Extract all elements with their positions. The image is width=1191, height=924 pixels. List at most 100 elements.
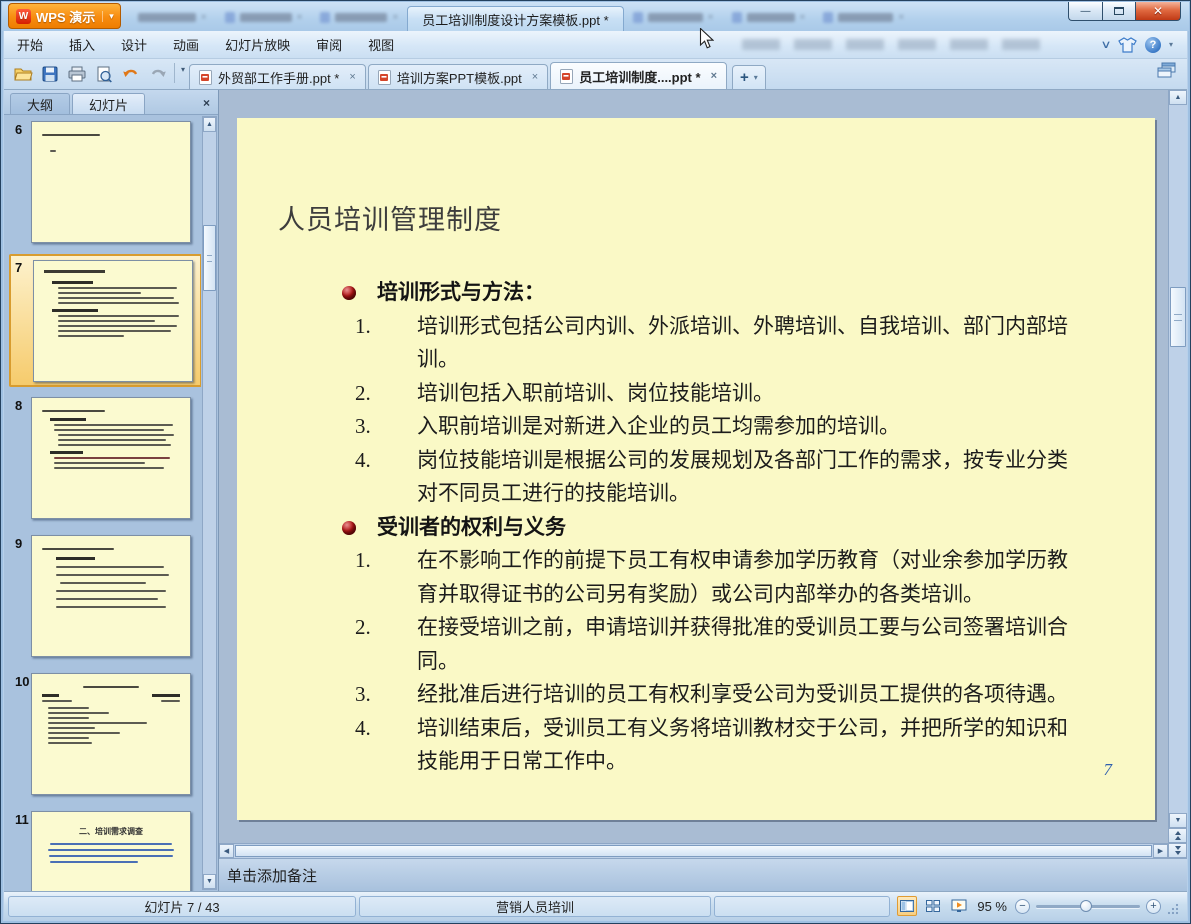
help-dropdown-icon[interactable]: ▾ bbox=[1169, 40, 1173, 49]
redo-arrow-icon bbox=[151, 69, 166, 77]
normal-view-button[interactable] bbox=[897, 896, 918, 916]
tab-outline-label: 大纲 bbox=[27, 97, 54, 113]
slideshow-play-icon bbox=[951, 899, 967, 912]
previous-slide-button[interactable] bbox=[1168, 828, 1187, 843]
titlebar-tab-active[interactable]: 员工培训制度设计方案模板.ppt * bbox=[407, 6, 624, 31]
slide-title[interactable]: 人员培训管理制度 bbox=[278, 198, 502, 237]
ppt-file-icon bbox=[199, 69, 213, 85]
menu-home[interactable]: 开始 bbox=[4, 31, 56, 58]
help-icon[interactable]: ? bbox=[1144, 36, 1161, 53]
doc-tab-active[interactable]: 员工培训制度....ppt * × bbox=[550, 62, 727, 89]
new-tab-button[interactable]: + ▾ bbox=[732, 65, 766, 89]
titlebar-tab-blurred[interactable]: × bbox=[129, 7, 216, 27]
panel-close-icon[interactable]: × bbox=[203, 96, 210, 110]
current-slide[interactable]: 人员培训管理制度 培训形式与方法： 培训形式包括公司内训、外派培训、外聘培训、自… bbox=[237, 118, 1155, 820]
maximize-button[interactable] bbox=[1102, 2, 1135, 21]
scrollbar-thumb[interactable] bbox=[1170, 287, 1186, 347]
tab-outline[interactable]: 大纲 bbox=[10, 93, 71, 114]
doc-tab-2[interactable]: 培训方案PPT模板.ppt × bbox=[367, 64, 549, 89]
arrange-windows-button[interactable] bbox=[1157, 62, 1177, 83]
thumbnail-list: 6 7 8 9 10 11 二、培训需求调查 bbox=[4, 116, 201, 891]
slide-body[interactable]: 培训形式与方法： 培训形式包括公司内训、外派培训、外聘培训、自我培训、部门内部培… bbox=[340, 276, 1082, 779]
menu-insert[interactable]: 插入 bbox=[56, 31, 108, 58]
thumbnail-scrollbar[interactable]: ▲ ▼ bbox=[202, 116, 217, 890]
horizontal-scrollbar[interactable]: ◀ ▶ bbox=[219, 843, 1168, 858]
slideshow-button[interactable] bbox=[949, 896, 969, 916]
titlebar-tab-blurred[interactable]: × bbox=[216, 7, 312, 27]
slide-thumbnail-11[interactable]: 11 二、培训需求调查 bbox=[4, 809, 201, 891]
tab-close-icon[interactable]: × bbox=[349, 71, 355, 83]
statusbar-spacer bbox=[714, 895, 891, 917]
titlebar-tab-blurred[interactable]: × bbox=[723, 7, 815, 27]
print-preview-button[interactable] bbox=[92, 62, 116, 86]
close-icon: ✕ bbox=[1152, 4, 1164, 18]
menu-design[interactable]: 设计 bbox=[108, 31, 160, 58]
panel-tabs: 大纲 幻灯片 × bbox=[4, 90, 218, 115]
list-item: 培训形式包括公司内训、外派培训、外聘培训、自我培训、部门内部培训。 bbox=[355, 310, 1068, 372]
toolbar-options-icon[interactable]: ▾ bbox=[181, 65, 185, 74]
open-button[interactable] bbox=[11, 62, 35, 86]
scrollbar-thumb[interactable] bbox=[235, 845, 1152, 857]
menu-animation[interactable]: 动画 bbox=[160, 31, 212, 58]
slide-sorter-view-button[interactable] bbox=[923, 896, 943, 916]
next-slide-button[interactable] bbox=[1168, 843, 1187, 858]
slide-8-preview bbox=[31, 397, 191, 519]
slide-thumbnail-6[interactable]: 6 bbox=[4, 119, 201, 257]
tab-close-icon[interactable]: × bbox=[532, 71, 538, 83]
zoom-in-button[interactable]: + bbox=[1146, 898, 1161, 914]
menu-view[interactable]: 视图 bbox=[355, 31, 407, 58]
zoom-slider-handle[interactable] bbox=[1080, 899, 1092, 912]
zoom-slider[interactable] bbox=[1036, 899, 1140, 912]
slide-canvas[interactable]: 人员培训管理制度 培训形式与方法： 培训形式包括公司内训、外派培训、外聘培训、自… bbox=[219, 90, 1168, 843]
scroll-up-icon[interactable]: ▲ bbox=[203, 117, 216, 132]
scroll-up-icon[interactable]: ▲ bbox=[1169, 90, 1187, 105]
plus-icon: + bbox=[740, 69, 749, 86]
slide-thumbnail-7-selected[interactable]: 7 bbox=[4, 254, 201, 395]
tab-slides[interactable]: 幻灯片 bbox=[72, 93, 146, 114]
slide-nav-buttons bbox=[1168, 828, 1187, 858]
resize-grip[interactable] bbox=[1167, 903, 1179, 915]
minimize-button[interactable]: — bbox=[1068, 2, 1102, 21]
redo-button[interactable] bbox=[146, 62, 170, 86]
slide-thumbnail-10[interactable]: 10 bbox=[4, 671, 201, 809]
doc-tab-label: 培训方案PPT模板.ppt bbox=[396, 70, 522, 86]
titlebar-tab-blurred[interactable]: × bbox=[814, 7, 913, 27]
chevron-down-icon[interactable]: ▾ bbox=[102, 10, 114, 22]
slide-panel: 大纲 幻灯片 × 6 7 8 9 10 11 二、培训需求调查 ▲ ▼ bbox=[4, 90, 219, 891]
wps-menu-button[interactable]: W WPS 演示 ▾ bbox=[8, 3, 121, 29]
menubar-blurred-text bbox=[741, 39, 1042, 50]
slide-number: 10 bbox=[15, 674, 30, 689]
undo-button[interactable] bbox=[119, 62, 143, 86]
slide-number: 11 bbox=[15, 812, 29, 827]
collapse-ribbon-icon[interactable]: ∨ bbox=[1100, 38, 1111, 51]
scroll-right-icon[interactable]: ▶ bbox=[1153, 844, 1168, 858]
menu-review[interactable]: 审阅 bbox=[303, 31, 355, 58]
toolbar-separator bbox=[174, 62, 175, 83]
slide-section-2: 受训者的权利与义务 在不影响工作的前提下员工有权申请参加学历教育（对业余参加学历… bbox=[340, 511, 1082, 779]
document-label: 营销人员培训 bbox=[359, 895, 711, 917]
new-tab-dropdown-icon[interactable]: ▾ bbox=[754, 73, 758, 82]
save-floppy-icon bbox=[42, 66, 58, 82]
slide-thumbnail-8[interactable]: 8 bbox=[4, 395, 201, 533]
titlebar-tabs: × × × 员工培训制度设计方案模板.ppt * × × × bbox=[129, 2, 1068, 31]
titlebar-tab-blurred[interactable]: × bbox=[311, 7, 407, 27]
doc-tab-1[interactable]: 外贸部工作手册.ppt * × bbox=[189, 64, 366, 89]
scroll-left-icon[interactable]: ◀ bbox=[219, 844, 234, 858]
skin-tshirt-icon[interactable] bbox=[1118, 36, 1137, 53]
scroll-down-icon[interactable]: ▼ bbox=[203, 874, 216, 889]
scrollbar-thumb[interactable] bbox=[203, 225, 216, 291]
tab-close-icon[interactable]: × bbox=[711, 70, 717, 82]
ppt-file-icon bbox=[560, 68, 574, 84]
scroll-down-icon[interactable]: ▼ bbox=[1169, 813, 1187, 828]
print-button[interactable] bbox=[65, 62, 89, 86]
notes-area[interactable]: 单击添加备注 bbox=[219, 858, 1187, 891]
vertical-scrollbar[interactable]: ▲ ▼ bbox=[1168, 90, 1187, 828]
close-button[interactable]: ✕ bbox=[1135, 2, 1181, 21]
slide-thumbnail-9[interactable]: 9 bbox=[4, 533, 201, 671]
menu-slideshow[interactable]: 幻灯片放映 bbox=[212, 31, 303, 58]
notes-placeholder: 单击添加备注 bbox=[227, 867, 318, 885]
zoom-out-button[interactable]: − bbox=[1015, 898, 1030, 914]
titlebar-tab-blurred[interactable]: × bbox=[624, 7, 723, 27]
save-button[interactable] bbox=[38, 62, 62, 86]
printer-icon bbox=[68, 66, 86, 82]
